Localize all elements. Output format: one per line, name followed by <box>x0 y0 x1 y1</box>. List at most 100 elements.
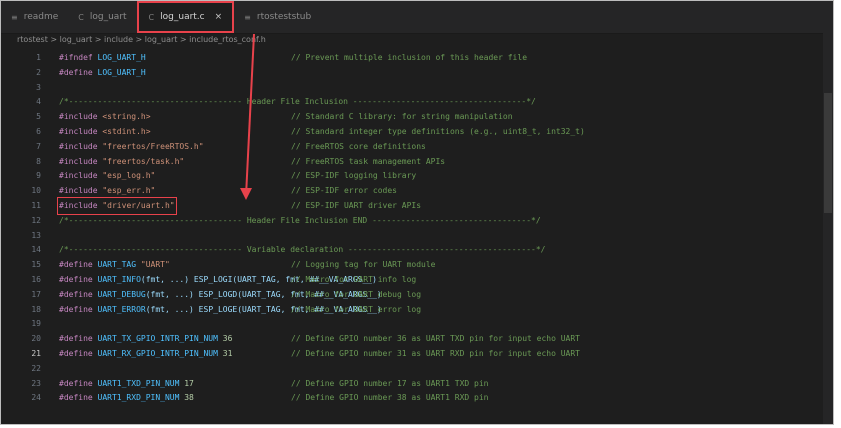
line-number: 12 <box>31 215 41 225</box>
code-line[interactable]: 22 <box>1 362 833 376</box>
code-line[interactable]: 11 #include "driver/uart.h" // ESP-IDF UAR… <box>1 197 833 215</box>
code-line[interactable]: 12 /*------------------------------------… <box>1 214 833 228</box>
code-text: #define UART1_RXD_PIN_NUM 38 <box>59 391 194 405</box>
file-icon: ≡ <box>244 12 251 22</box>
code-line[interactable]: 9 #include "esp_log.h" // ESP-IDF logging … <box>1 169 833 183</box>
code-comment: // Define GPIO number 31 as UART RXD pin… <box>291 349 580 358</box>
code-line[interactable]: 8 #include "freertos/task.h" // FreeRTOS t… <box>1 155 833 169</box>
token: #define <box>59 334 98 344</box>
code-line[interactable]: 21 #define UART_RX_GPIO_INTR_PIN_NUM 31 //… <box>1 347 833 361</box>
code-text: #ifndef LOG_UART_H <box>59 51 146 65</box>
highlighted-include: #include "driver/uart.h" <box>57 197 177 215</box>
code-line[interactable]: 20 #define UART_TX_GPIO_INTR_PIN_NUM 36 //… <box>1 332 833 346</box>
token: #include <box>59 141 103 151</box>
tab-log-uart-c[interactable]: C log_uart.c × <box>136 1 235 33</box>
token: #define <box>59 275 98 284</box>
code-comment: // Standard C library: for string manipu… <box>291 112 513 122</box>
code-text: #include "esp_err.h" <box>59 184 155 198</box>
token: LOG_UART_H <box>97 67 146 77</box>
code-line[interactable]: 18 #define UART_ERROR(fmt, ...) ESP_LOGE(… <box>1 303 833 317</box>
code-text: #include <string.h> <box>59 110 151 124</box>
line-number: 24 <box>31 393 41 403</box>
code-text: #define UART_RX_GPIO_INTR_PIN_NUM 31 <box>59 347 232 361</box>
line-number: 10 <box>31 186 41 196</box>
token: UART_INFO <box>97 275 141 284</box>
code-line[interactable]: 3 <box>1 81 833 95</box>
line-number: 17 <box>31 289 41 299</box>
scrollbar-thumb[interactable] <box>824 93 832 213</box>
line-number: 20 <box>31 334 41 344</box>
token: UART_TAG <box>97 260 141 270</box>
line-number: 23 <box>31 378 41 388</box>
code-text: /*------------------------------------ H… <box>59 95 536 109</box>
code-line[interactable]: 2 #define LOG_UART_H <box>1 66 833 80</box>
token: UART_DEBUG <box>97 289 146 299</box>
scrollbar[interactable] <box>823 33 833 424</box>
code-text: #include "esp_log.h" <box>59 169 155 183</box>
token: /*------------------------------------ V… <box>59 245 546 255</box>
code-comment: // Macro for UART info log <box>291 275 417 284</box>
code-line[interactable]: 24 #define UART1_RXD_PIN_NUM 38 // Define … <box>1 391 833 405</box>
token: 17 <box>184 378 194 388</box>
token: /*------------------------------------ H… <box>59 215 541 225</box>
close-icon[interactable]: × <box>215 12 223 22</box>
token: #include <box>59 112 103 122</box>
code-line[interactable]: 1 #ifndef LOG_UART_H // Prevent multiple i… <box>1 51 833 65</box>
token: UART_ERROR <box>97 304 146 314</box>
token: <stdint.h> <box>102 127 151 136</box>
line-number: 21 <box>31 349 41 358</box>
code-line[interactable]: 10 #include "esp_err.h" // ESP-IDF error c… <box>1 184 833 198</box>
c-file-icon: C <box>78 12 84 22</box>
code-text: #define UART_TX_GPIO_INTR_PIN_NUM 36 <box>59 332 232 346</box>
token: #define <box>59 349 98 358</box>
line-number: 8 <box>36 156 41 166</box>
token: #include <box>59 171 103 181</box>
line-number: 3 <box>36 82 41 92</box>
token: UART1_TXD_PIN_NUM <box>97 378 185 388</box>
code-line[interactable]: 23 #define UART1_TXD_PIN_NUM 17 // Define … <box>1 377 833 391</box>
code-comment: // Define GPIO number 17 as UART1 TXD pi… <box>291 378 489 388</box>
tab-label: readme <box>23 12 59 22</box>
code-comment: // Define GPIO number 38 as UART1 RXD pi… <box>291 393 489 403</box>
token: "freertos/FreeRTOS.h" <box>102 141 204 151</box>
line-number: 13 <box>31 230 41 240</box>
code-comment: // Prevent multiple inclusion of this he… <box>291 53 528 62</box>
code-text: #define UART1_TXD_PIN_NUM 17 <box>59 377 194 391</box>
token: #define <box>59 67 98 77</box>
code-text: #define UART_TAG "UART" <box>59 258 170 272</box>
code-line[interactable]: 5 #include <string.h> // Standard C librar… <box>1 110 833 124</box>
tab-rtosteststub[interactable]: ≡ rtosteststub <box>234 1 321 33</box>
code-line[interactable]: 7 #include "freertos/FreeRTOS.h" // FreeRT… <box>1 140 833 154</box>
code-comment: // Define GPIO number 36 as UART TXD pin… <box>291 334 580 344</box>
tab-readme[interactable]: ≡ readme <box>1 1 68 33</box>
code-line[interactable]: 4 /*------------------------------------ … <box>1 95 833 109</box>
tab-log-uart[interactable]: C log_uart <box>68 1 136 33</box>
line-number: 22 <box>31 363 41 373</box>
code-line[interactable]: 17 #define UART_DEBUG(fmt, ...) ESP_LOGD(… <box>1 288 833 302</box>
token: UART1_RXD_PIN_NUM <box>97 393 185 403</box>
tab-label: log_uart.c <box>160 12 205 22</box>
breadcrumb[interactable]: rtostest > log_uart > include > log_uart… <box>17 35 266 49</box>
line-number: 4 <box>36 97 41 107</box>
code-line[interactable]: 14 /*------------------------------------… <box>1 243 833 257</box>
token: 36 <box>222 334 233 344</box>
token: "freertos/task.h" <box>102 156 185 166</box>
code-text: /*------------------------------------ H… <box>59 214 541 228</box>
code-line[interactable]: 13 <box>1 229 833 243</box>
line-number: 7 <box>36 141 41 151</box>
code-line[interactable]: 15 #define UART_TAG "UART" // Logging tag … <box>1 258 833 272</box>
code-text: #include <stdint.h> <box>59 125 151 139</box>
line-number: 18 <box>31 304 41 314</box>
token: 31 <box>222 349 233 358</box>
token: #define <box>59 393 98 403</box>
code-line[interactable]: 6 #include <stdint.h> // Standard integer … <box>1 125 833 139</box>
token: #include <box>59 156 103 166</box>
line-number: 1 <box>36 53 41 62</box>
editor-window: ≡ readme C log_uart C log_uart.c × ≡ rto… <box>0 0 834 425</box>
code-text: #include "freertos/FreeRTOS.h" <box>59 140 204 154</box>
tab-label: rtosteststub <box>256 12 312 22</box>
code-line[interactable]: 16 #define UART_INFO(fmt, ...) ESP_LOGI(U… <box>1 273 833 287</box>
code-editor[interactable]: 1 #ifndef LOG_UART_H // Prevent multiple i… <box>1 51 833 424</box>
token: #include <box>59 127 103 136</box>
code-line[interactable]: 19 <box>1 317 833 331</box>
